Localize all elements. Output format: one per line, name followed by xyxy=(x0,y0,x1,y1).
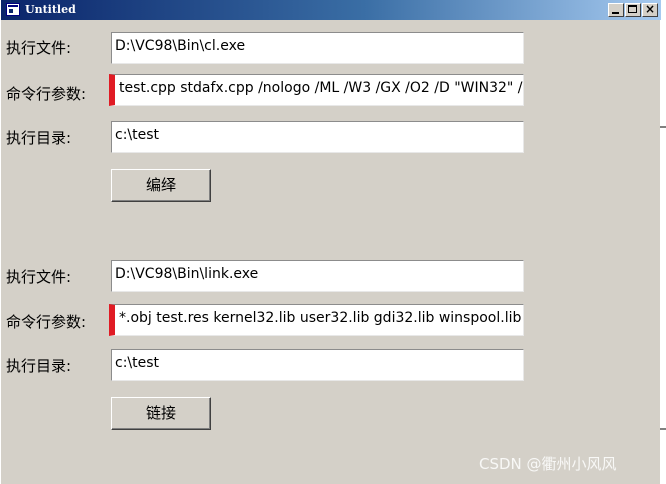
link-exe-label: 执行文件: xyxy=(6,268,72,286)
minimize-icon xyxy=(612,12,619,14)
link-exe-input[interactable]: D:\VC98\Bin\link.exe xyxy=(111,260,524,292)
app-window-icon[interactable] xyxy=(6,3,20,16)
close-icon: × xyxy=(644,2,656,16)
maximize-button[interactable] xyxy=(625,3,641,17)
main-window: Untitled × 执行文件: D:\VC98\Bin\cl.exe 命令行参… xyxy=(0,0,661,484)
compile-exe-input[interactable]: D:\VC98\Bin\cl.exe xyxy=(111,32,524,64)
link-args-input[interactable]: *.obj test.res kernel32.lib user32.lib g… xyxy=(109,304,524,336)
link-dir-input[interactable]: c:\test xyxy=(111,349,524,381)
watermark-text: CSDN @衢州小风风 xyxy=(479,455,617,473)
title-bar[interactable]: Untitled × xyxy=(1,0,661,20)
compile-dir-label: 执行目录: xyxy=(6,129,72,147)
link-args-label: 命令行参数: xyxy=(6,313,87,331)
compile-dir-input[interactable]: c:\test xyxy=(111,121,524,153)
compile-exe-label: 执行文件: xyxy=(6,39,72,57)
background-edge-tick xyxy=(660,428,666,430)
maximize-icon xyxy=(628,5,637,13)
minimize-button[interactable] xyxy=(608,3,624,17)
close-button[interactable]: × xyxy=(642,2,658,17)
window-title: Untitled xyxy=(25,3,76,16)
compile-button[interactable]: 编绎 xyxy=(111,169,211,202)
link-button[interactable]: 链接 xyxy=(111,397,211,430)
link-dir-label: 执行目录: xyxy=(6,357,72,375)
background-edge-tick xyxy=(660,126,666,128)
compile-args-input[interactable]: test.cpp stdafx.cpp /nologo /ML /W3 /GX … xyxy=(109,74,524,106)
compile-args-label: 命令行参数: xyxy=(6,85,87,103)
